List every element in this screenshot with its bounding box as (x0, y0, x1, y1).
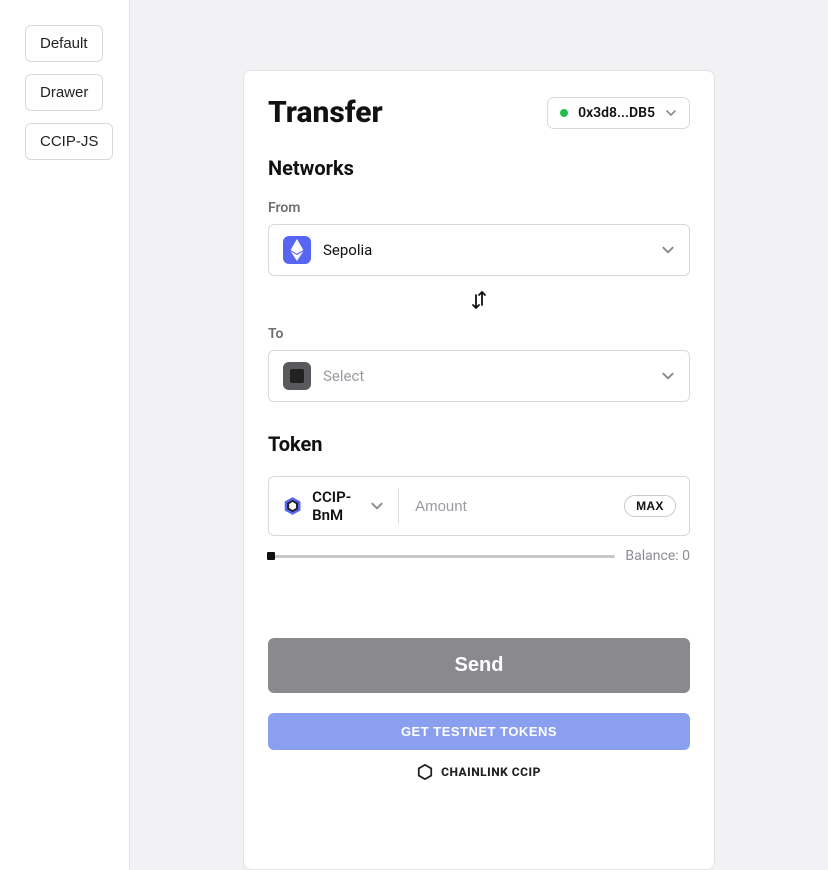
token-selector[interactable]: CCIP-BnM (283, 488, 399, 524)
main-area: Transfer 0x3d8...DB5 Networks From (130, 0, 828, 870)
chainlink-icon (417, 764, 433, 780)
to-label: To (268, 326, 690, 342)
chevron-down-icon (661, 369, 675, 383)
networks-heading: Networks (268, 156, 690, 180)
to-network-selector[interactable]: Select (268, 350, 690, 402)
from-network-selector[interactable]: Sepolia (268, 224, 690, 276)
chevron-down-icon (661, 243, 675, 257)
chevron-down-icon (370, 499, 384, 513)
send-button[interactable]: Send (268, 638, 690, 693)
chevron-down-icon (665, 107, 677, 119)
to-network-placeholder: Select (323, 367, 364, 385)
balance-slider[interactable] (268, 555, 615, 558)
max-button[interactable]: MAX (624, 495, 676, 517)
amount-input[interactable] (409, 498, 614, 515)
transfer-card: Transfer 0x3d8...DB5 Networks From (243, 70, 715, 870)
ethereum-icon (283, 236, 311, 264)
brand-footer: CHAINLINK CCIP (268, 764, 690, 780)
status-dot-icon (560, 109, 568, 117)
empty-network-icon (283, 362, 311, 390)
balance-label: Balance: 0 (625, 548, 690, 564)
from-network-value: Sepolia (323, 241, 372, 259)
sidebar-item-ccip-js[interactable]: CCIP-JS (25, 123, 113, 160)
swap-arrows-icon (470, 290, 488, 310)
brand-text: CHAINLINK CCIP (441, 765, 541, 779)
wallet-button[interactable]: 0x3d8...DB5 (547, 97, 690, 129)
sidebar-item-default[interactable]: Default (25, 25, 103, 62)
faucet-button[interactable]: GET TESTNET TOKENS (268, 713, 690, 750)
sidebar: Default Drawer CCIP-JS (0, 0, 130, 870)
sidebar-item-drawer[interactable]: Drawer (25, 74, 103, 111)
token-heading: Token (268, 432, 690, 456)
page-title: Transfer (268, 95, 383, 130)
from-label: From (268, 200, 690, 216)
swap-networks-button[interactable] (466, 286, 492, 318)
token-name: CCIP-BnM (312, 488, 360, 524)
ccip-token-icon (283, 492, 302, 520)
wallet-address: 0x3d8...DB5 (578, 105, 655, 121)
slider-handle[interactable] (267, 552, 275, 560)
